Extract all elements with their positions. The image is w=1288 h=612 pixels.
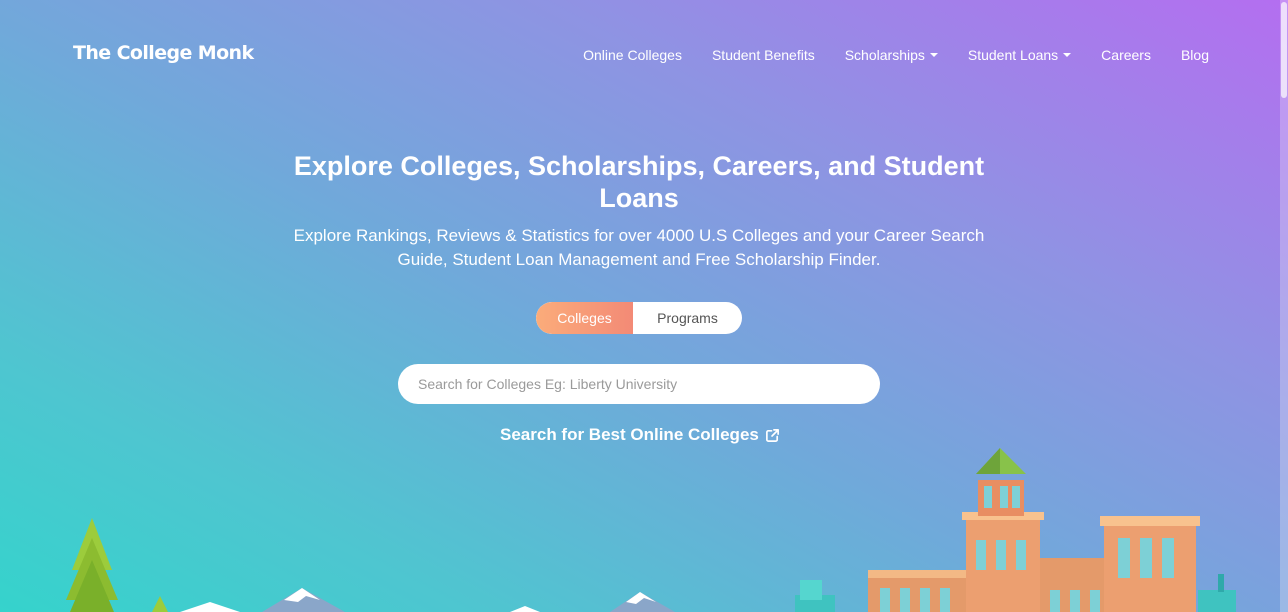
scrollbar-thumb[interactable]	[1281, 2, 1287, 98]
nav-item-label: Student Benefits	[711, 47, 815, 63]
college-building-illustration	[868, 448, 1200, 612]
nav-item-label: Online Colleges	[583, 47, 682, 63]
caret-down-icon	[929, 53, 938, 57]
tree-illustration	[66, 518, 168, 612]
nav-item-scholarships[interactable]: Scholarships	[845, 47, 938, 63]
hero-subtitle: Explore Rankings, Reviews & Statistics f…	[293, 226, 985, 269]
nav-item-student-benefits[interactable]: Student Benefits	[712, 47, 815, 63]
nav-item-student-loans[interactable]: Student Loans	[967, 47, 1072, 63]
nav-item-label: Blog	[1180, 47, 1209, 63]
search-type-toggle: Colleges Programs	[536, 302, 742, 334]
nav-item-label: Careers	[1101, 47, 1151, 63]
hero-title: Explore Colleges, Scholarships, Careers,…	[293, 151, 985, 213]
nav-item-online-colleges[interactable]: Online Colleges	[583, 47, 682, 63]
nav-item-blog[interactable]: Blog	[1181, 47, 1209, 63]
nav-item-label: Student Loans	[967, 47, 1059, 63]
mountains-illustration	[180, 588, 675, 612]
nav-item-label: Scholarships	[844, 47, 925, 63]
site-logo[interactable]: The College Monk	[73, 42, 254, 64]
tab-programs[interactable]: Programs	[633, 302, 742, 334]
college-search-input[interactable]	[398, 364, 880, 404]
main-nav: Online Colleges Student Benefits Scholar…	[553, 47, 1209, 63]
nav-item-careers[interactable]: Careers	[1101, 47, 1151, 63]
tab-colleges[interactable]: Colleges	[536, 302, 633, 334]
campus-illustration	[66, 448, 1236, 612]
caret-down-icon	[1063, 53, 1072, 57]
